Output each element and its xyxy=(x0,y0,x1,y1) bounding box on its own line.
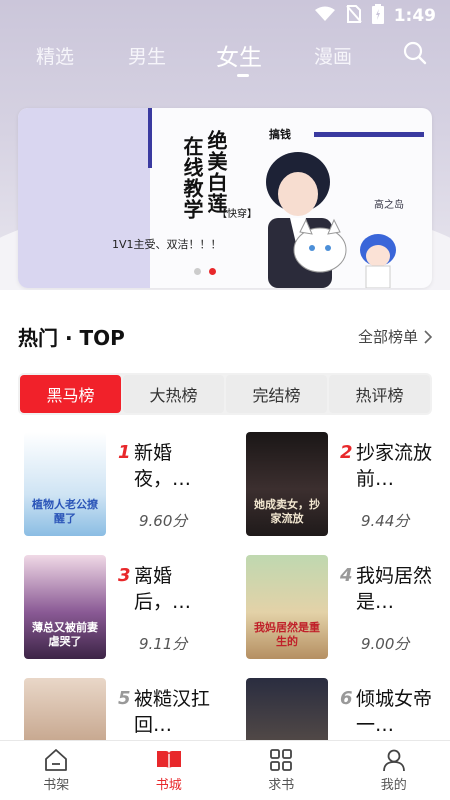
rank-number: 2 xyxy=(340,442,353,463)
user-icon xyxy=(382,749,405,772)
promo-banner[interactable]: 在线教学 绝美白莲 【快穿】 1V1主受、双洁！！！ 搞钱 高之岛 xyxy=(18,108,432,288)
banner-accent-bar xyxy=(148,108,152,168)
book-item[interactable]: 薄总又被前妻虐哭了 3 离婚后，… 9.11分 xyxy=(24,555,224,665)
book-title: 离婚后，… xyxy=(134,565,192,613)
tab-nansheng[interactable]: 男生 xyxy=(128,42,166,69)
rank-number: 3 xyxy=(118,565,131,586)
nav-label: 书城 xyxy=(155,778,182,793)
banner-subtitle: 1V1主受、双洁！！！ xyxy=(112,238,222,251)
book-cover: 我妈居然是重生的 xyxy=(246,555,328,659)
chevron-right-icon xyxy=(424,329,432,344)
status-bar: 1:49 xyxy=(0,0,450,32)
book-icon xyxy=(156,751,181,770)
book-title: 我妈居然是… xyxy=(356,565,433,613)
book-title: 被糙汉扛回… xyxy=(134,688,211,736)
section-header: 热门 · TOP 全部榜单 xyxy=(18,322,432,351)
book-title: 倾城女帝一… xyxy=(356,688,433,736)
bottom-nav: 书架 书城 求书 我的 xyxy=(0,740,450,800)
book-item[interactable]: 我妈居然是重生的 4 我妈居然是… 9.00分 xyxy=(246,555,446,665)
rank-tab-reping[interactable]: 热评榜 xyxy=(329,375,430,413)
grid-icon xyxy=(270,749,293,771)
banner-title-1: 在线教学 xyxy=(180,136,204,220)
book-score: 9.60分 xyxy=(139,512,188,530)
cover-title: 薄总又被前妻虐哭了 xyxy=(32,621,98,648)
cover-title: 我妈居然是重生的 xyxy=(254,621,320,648)
rank-number: 4 xyxy=(340,565,353,586)
all-rankings-label: 全部榜单 xyxy=(357,328,418,346)
banner-brand: 搞钱 xyxy=(269,128,291,141)
nav-request[interactable]: 求书 xyxy=(225,741,338,800)
tab-jingxuan[interactable]: 精选 xyxy=(36,42,74,69)
category-tabs: 精选 男生 女生 漫画 xyxy=(0,36,450,77)
book-title: 抄家流放前… xyxy=(356,442,433,490)
rank-number: 1 xyxy=(118,442,131,463)
book-item[interactable]: 植物人老公撩醒了 1 新婚夜，… 9.60分 xyxy=(24,432,224,542)
pagination-dot-active[interactable] xyxy=(209,268,216,275)
banner-accent-bar-top xyxy=(314,132,424,137)
book-item[interactable]: 她成卖女，抄家流放 2 抄家流放前… 9.44分 xyxy=(246,432,446,542)
battery-icon xyxy=(371,4,384,28)
clock: 1:49 xyxy=(393,6,436,26)
book-cover: 她成卖女，抄家流放 xyxy=(246,432,328,536)
tab-manhua[interactable]: 漫画 xyxy=(314,42,352,69)
book-cover: 植物人老公撩醒了 xyxy=(24,432,106,536)
banner-pagination xyxy=(194,268,216,275)
banner-title-2: 绝美白莲 xyxy=(204,130,228,214)
rank-tab-heima[interactable]: 黑马榜 xyxy=(20,375,121,413)
all-rankings-link[interactable]: 全部榜单 xyxy=(358,326,432,347)
active-tab-indicator xyxy=(237,74,249,77)
nav-label: 求书 xyxy=(268,778,295,793)
search-icon[interactable] xyxy=(402,40,428,66)
cover-title: 她成卖女，抄家流放 xyxy=(254,498,320,525)
rank-tab-bar: 黑马榜 大热榜 完结榜 热评榜 xyxy=(18,373,432,415)
wifi-icon xyxy=(314,6,336,26)
nav-label: 我的 xyxy=(380,778,407,793)
book-score: 9.44分 xyxy=(361,512,410,530)
book-title: 新婚夜，… xyxy=(134,442,192,490)
rank-number: 5 xyxy=(118,688,131,709)
rank-number: 6 xyxy=(340,688,353,709)
pagination-dot[interactable] xyxy=(194,268,201,275)
no-sim-icon xyxy=(345,5,362,27)
banner-illustration xyxy=(266,152,396,288)
banner-character-name: 高之岛 xyxy=(374,200,404,211)
book-score: 9.11分 xyxy=(139,635,188,653)
nav-profile[interactable]: 我的 xyxy=(338,741,450,800)
book-cover: 薄总又被前妻虐哭了 xyxy=(24,555,106,659)
tab-nvsheng[interactable]: 女生 xyxy=(216,38,262,72)
section-title: 热门 · TOP xyxy=(18,326,125,350)
book-score: 9.00分 xyxy=(361,635,410,653)
rank-tab-dare[interactable]: 大热榜 xyxy=(123,375,224,413)
banner-tag: 【快穿】 xyxy=(217,209,257,220)
rank-tab-wanjie[interactable]: 完结榜 xyxy=(226,375,327,413)
nav-label: 书架 xyxy=(43,778,70,793)
home-icon xyxy=(45,749,68,771)
cover-title: 植物人老公撩醒了 xyxy=(32,498,98,525)
nav-bookshelf[interactable]: 书架 xyxy=(0,741,113,800)
main-content: 热门 · TOP 全部榜单 黑马榜 大热榜 完结榜 热评榜 植物人老公撩醒了 1… xyxy=(0,290,450,782)
nav-bookstore[interactable]: 书城 xyxy=(113,741,226,800)
banner-left-panel xyxy=(18,108,150,288)
